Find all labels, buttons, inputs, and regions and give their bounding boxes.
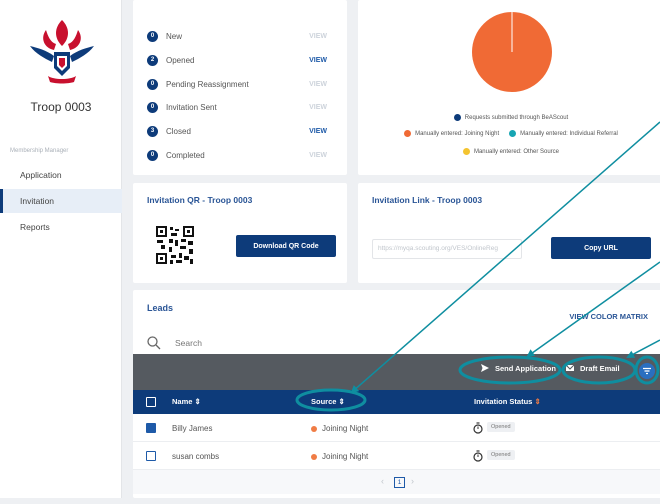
page-number[interactable]: 1 — [394, 477, 405, 488]
lead-source: Joining Night — [311, 452, 368, 461]
search-icon — [147, 336, 161, 350]
status-badge: Opened — [487, 450, 515, 460]
table-row[interactable]: Billy James Joining Night Opened — [133, 414, 660, 442]
status-row-new: 0 New VIEW — [147, 29, 327, 43]
legend-label: Manually entered: Other Source — [473, 148, 560, 155]
sidebar-section-label: Membership Manager — [10, 148, 69, 154]
lead-name: susan combs — [172, 452, 220, 461]
column-label: Source — [311, 397, 337, 406]
status-label: Opened — [166, 55, 195, 65]
stopwatch-icon — [473, 422, 483, 434]
view-link: VIEW — [309, 32, 327, 40]
search-input[interactable]: Search — [175, 338, 202, 348]
send-application-button[interactable]: Send Application — [480, 363, 556, 373]
prev-page-icon[interactable]: ‹ — [381, 476, 384, 486]
status-card: 0 New VIEW 2 Opened VIEW 0 Pending Reass… — [133, 0, 347, 175]
view-color-matrix-link[interactable]: VIEW COLOR MATRIX — [569, 312, 648, 321]
sidebar: Troop 0003 Membership Manager Applicatio… — [0, 0, 122, 498]
source-chart-card: Requests submitted through BeAScout Manu… — [358, 0, 660, 175]
status-label: New — [166, 31, 183, 41]
count-badge: 0 — [147, 30, 158, 42]
status-label: Closed — [166, 126, 191, 136]
source-label: Joining Night — [322, 452, 369, 461]
invitation-link-card: Invitation Link - Troop 0003 https://myq… — [358, 183, 660, 283]
column-header-name[interactable]: Name ⇕ — [172, 397, 201, 406]
source-pie-chart — [472, 12, 552, 92]
status-row-closed: 3 Closed VIEW — [147, 124, 327, 138]
status-badge: Opened — [487, 422, 515, 432]
source-dot-icon — [311, 453, 317, 460]
count-badge: 0 — [147, 101, 158, 113]
next-page-icon[interactable]: › — [411, 476, 414, 486]
legend-swatch — [509, 130, 517, 137]
legend-row-1: Requests submitted through BeAScout — [358, 114, 660, 121]
draft-email-button[interactable]: Draft Email — [565, 363, 620, 373]
qr-code-icon — [155, 225, 195, 265]
leads-card: Leads VIEW COLOR MATRIX Search Send Appl… — [133, 290, 660, 498]
lead-name: Billy James — [172, 424, 213, 433]
sidebar-item-invitation[interactable]: Invitation — [0, 189, 122, 213]
select-all-checkbox[interactable] — [146, 397, 156, 407]
filter-icon — [643, 367, 651, 375]
legend-swatch — [404, 130, 412, 137]
legend-row-3: Manually entered: Other Source — [358, 148, 660, 155]
filter-button[interactable] — [639, 363, 655, 379]
row-checkbox[interactable] — [146, 451, 156, 461]
email-icon — [565, 364, 575, 371]
leads-toolbar: Send Application Draft Email — [133, 354, 660, 390]
leads-table-header: Name ⇕ Source ⇕ Invitation Status ⇕ — [133, 390, 660, 414]
status-row-invitation-sent: 0 Invitation Sent VIEW — [147, 100, 327, 114]
sidebar-item-reports[interactable]: Reports — [0, 215, 122, 239]
status-row-pending-reassignment: 0 Pending Reassignment VIEW — [147, 77, 327, 91]
status-label: Pending Reassignment — [166, 79, 249, 89]
invitation-url-field[interactable]: https://myqa.scouting.org/VES/OnlineReg — [372, 239, 522, 259]
count-badge: 0 — [147, 149, 158, 161]
link-card-title: Invitation Link - Troop 0003 — [372, 195, 483, 205]
stopwatch-icon — [473, 450, 483, 462]
source-label: Joining Night — [322, 424, 369, 433]
status-row-opened: 2 Opened VIEW — [147, 53, 327, 67]
status-row-completed: 0 Completed VIEW — [147, 148, 327, 162]
view-link[interactable]: VIEW — [309, 128, 327, 135]
legend-swatch — [453, 114, 461, 121]
view-link: VIEW — [309, 80, 327, 88]
view-link[interactable]: VIEW — [309, 57, 327, 64]
send-icon — [481, 364, 489, 372]
column-label: Name — [172, 397, 193, 406]
qr-card-title: Invitation QR - Troop 0003 — [147, 195, 253, 205]
send-application-label: Send Application — [495, 363, 556, 373]
copy-url-button[interactable]: Copy URL — [551, 237, 651, 259]
column-label: Invitation Status — [474, 397, 533, 406]
view-link: VIEW — [309, 151, 327, 159]
status-label: Completed — [166, 150, 205, 160]
column-header-source[interactable]: Source ⇕ — [311, 397, 345, 406]
legend-row-2: Manually entered: Joining Night Manually… — [358, 130, 660, 137]
troop-name: Troop 0003 — [30, 100, 92, 114]
count-badge: 3 — [147, 125, 158, 137]
row-checkbox[interactable] — [146, 423, 156, 433]
pagination: ‹ 1 › — [133, 470, 660, 494]
column-header-invitation-status[interactable]: Invitation Status ⇕ — [474, 397, 541, 406]
search-bar[interactable]: Search — [147, 334, 202, 352]
download-qr-button[interactable]: Download QR Code — [236, 235, 336, 257]
legend-label: Manually entered: Joining Night — [415, 130, 500, 137]
table-row[interactable]: susan combs Joining Night Opened — [133, 442, 660, 470]
sidebar-item-application[interactable]: Application — [0, 163, 122, 187]
source-dot-icon — [311, 425, 317, 432]
legend-swatch — [462, 148, 470, 155]
count-badge: 0 — [147, 78, 158, 90]
status-label: Invitation Sent — [166, 102, 217, 112]
draft-email-label: Draft Email — [580, 363, 620, 373]
view-link: VIEW — [309, 103, 327, 111]
leads-title: Leads — [147, 303, 174, 313]
bsa-logo — [30, 20, 94, 84]
qr-card: Invitation QR - Troop 0003 Download QR C… — [133, 183, 347, 283]
legend-label: Manually entered: Individual Referral — [520, 130, 618, 137]
legend-label: Requests submitted through BeAScout — [464, 114, 569, 121]
lead-source: Joining Night — [311, 424, 368, 433]
count-badge: 2 — [147, 54, 158, 66]
